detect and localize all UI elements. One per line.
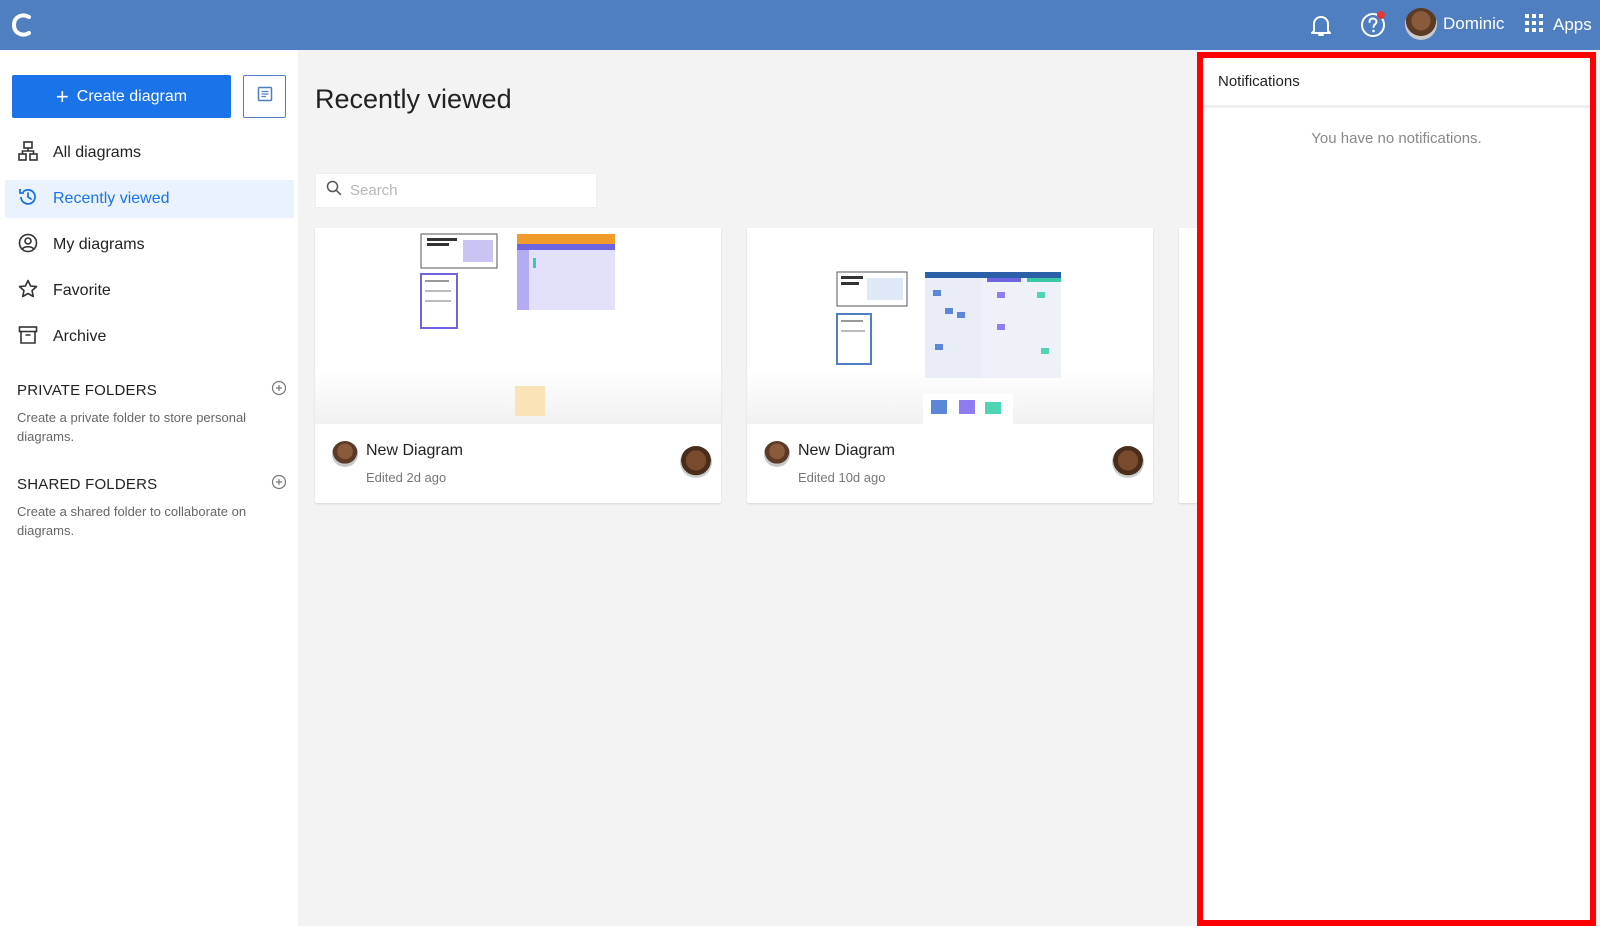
diagram-name: New Diagram bbox=[798, 442, 895, 459]
card-info: New Diagram Edited 10d ago bbox=[747, 424, 1153, 503]
user-menu[interactable]: Dominic bbox=[1405, 8, 1504, 40]
edited-time: Edited 10d ago bbox=[798, 470, 886, 485]
sidebar-item-archive[interactable]: Archive bbox=[5, 318, 294, 356]
sidebar-item-label: Favorite bbox=[53, 282, 111, 299]
archive-icon bbox=[17, 324, 39, 351]
diagram-icon bbox=[17, 140, 39, 167]
private-folders-description: Create a private folder to store persona… bbox=[17, 410, 247, 444]
diagram-thumbnail bbox=[315, 228, 721, 424]
notifications-panel: Notifications You have no notifications. bbox=[1197, 52, 1596, 926]
avatar bbox=[332, 441, 358, 467]
collaborator-avatar bbox=[680, 446, 712, 478]
apps-menu[interactable]: Apps bbox=[1525, 8, 1592, 42]
star-icon bbox=[17, 278, 39, 305]
history-icon bbox=[17, 186, 39, 213]
private-folders-section: PRIVATE FOLDERS Create a private folder … bbox=[17, 380, 287, 446]
sidebar: + Create diagram All diagrams Recently v… bbox=[0, 50, 298, 926]
create-diagram-label: Create diagram bbox=[76, 87, 188, 105]
plus-icon: + bbox=[55, 83, 69, 109]
diagram-name: New Diagram bbox=[366, 442, 463, 459]
sidebar-item-label: Recently viewed bbox=[53, 190, 170, 207]
shared-folders-section: SHARED FOLDERS Create a shared folder to… bbox=[17, 474, 287, 540]
diagram-card[interactable]: New Diagram Edited 10d ago bbox=[747, 228, 1153, 503]
card-info: New Diagram Edited 2d ago bbox=[315, 424, 721, 503]
search-input[interactable] bbox=[350, 182, 570, 199]
create-diagram-button[interactable]: + Create diagram bbox=[12, 75, 231, 118]
collaborator-avatar bbox=[1112, 446, 1144, 478]
avatar bbox=[1405, 8, 1437, 40]
top-bar: Dominic Apps bbox=[0, 0, 1600, 50]
logo-icon[interactable] bbox=[8, 10, 38, 40]
template-icon bbox=[256, 85, 274, 108]
notifications-title: Notifications bbox=[1218, 73, 1300, 90]
shared-folders-title: SHARED FOLDERS bbox=[17, 475, 158, 493]
add-private-folder-icon[interactable] bbox=[271, 380, 287, 400]
sidebar-item-label: All diagrams bbox=[53, 144, 142, 161]
diagram-thumbnail bbox=[747, 228, 1153, 424]
sidebar-item-label: Archive bbox=[53, 328, 107, 345]
apps-grid-icon bbox=[1525, 13, 1543, 37]
edited-time: Edited 2d ago bbox=[366, 470, 447, 485]
shared-folders-description: Create a shared folder to collaborate on… bbox=[17, 504, 247, 538]
bell-icon[interactable] bbox=[1303, 7, 1339, 43]
diagram-card[interactable]: New Diagram Edited 2d ago bbox=[315, 228, 721, 503]
notification-dot bbox=[1377, 11, 1385, 19]
sidebar-item-my-diagrams[interactable]: My diagrams bbox=[5, 226, 294, 264]
avatar bbox=[764, 441, 790, 467]
page-title: Recently viewed bbox=[315, 84, 512, 114]
add-shared-folder-icon[interactable] bbox=[271, 474, 287, 494]
sidebar-item-favorite[interactable]: Favorite bbox=[5, 272, 294, 310]
notifications-empty-message: You have no notifications. bbox=[1311, 130, 1482, 147]
help-icon[interactable] bbox=[1355, 7, 1391, 43]
user-name: Dominic bbox=[1443, 14, 1505, 33]
search-box[interactable] bbox=[315, 173, 597, 208]
sidebar-item-recently-viewed[interactable]: Recently viewed bbox=[5, 180, 294, 218]
search-icon bbox=[326, 180, 342, 201]
templates-button[interactable] bbox=[243, 75, 286, 118]
apps-label: Apps bbox=[1553, 15, 1592, 34]
notifications-header: Notifications bbox=[1203, 58, 1590, 108]
sidebar-nav: All diagrams Recently viewed My diagrams… bbox=[5, 134, 294, 364]
sidebar-item-all-diagrams[interactable]: All diagrams bbox=[5, 134, 294, 172]
user-circle-icon bbox=[17, 232, 39, 259]
private-folders-title: PRIVATE FOLDERS bbox=[17, 381, 157, 399]
sidebar-item-label: My diagrams bbox=[53, 236, 145, 253]
